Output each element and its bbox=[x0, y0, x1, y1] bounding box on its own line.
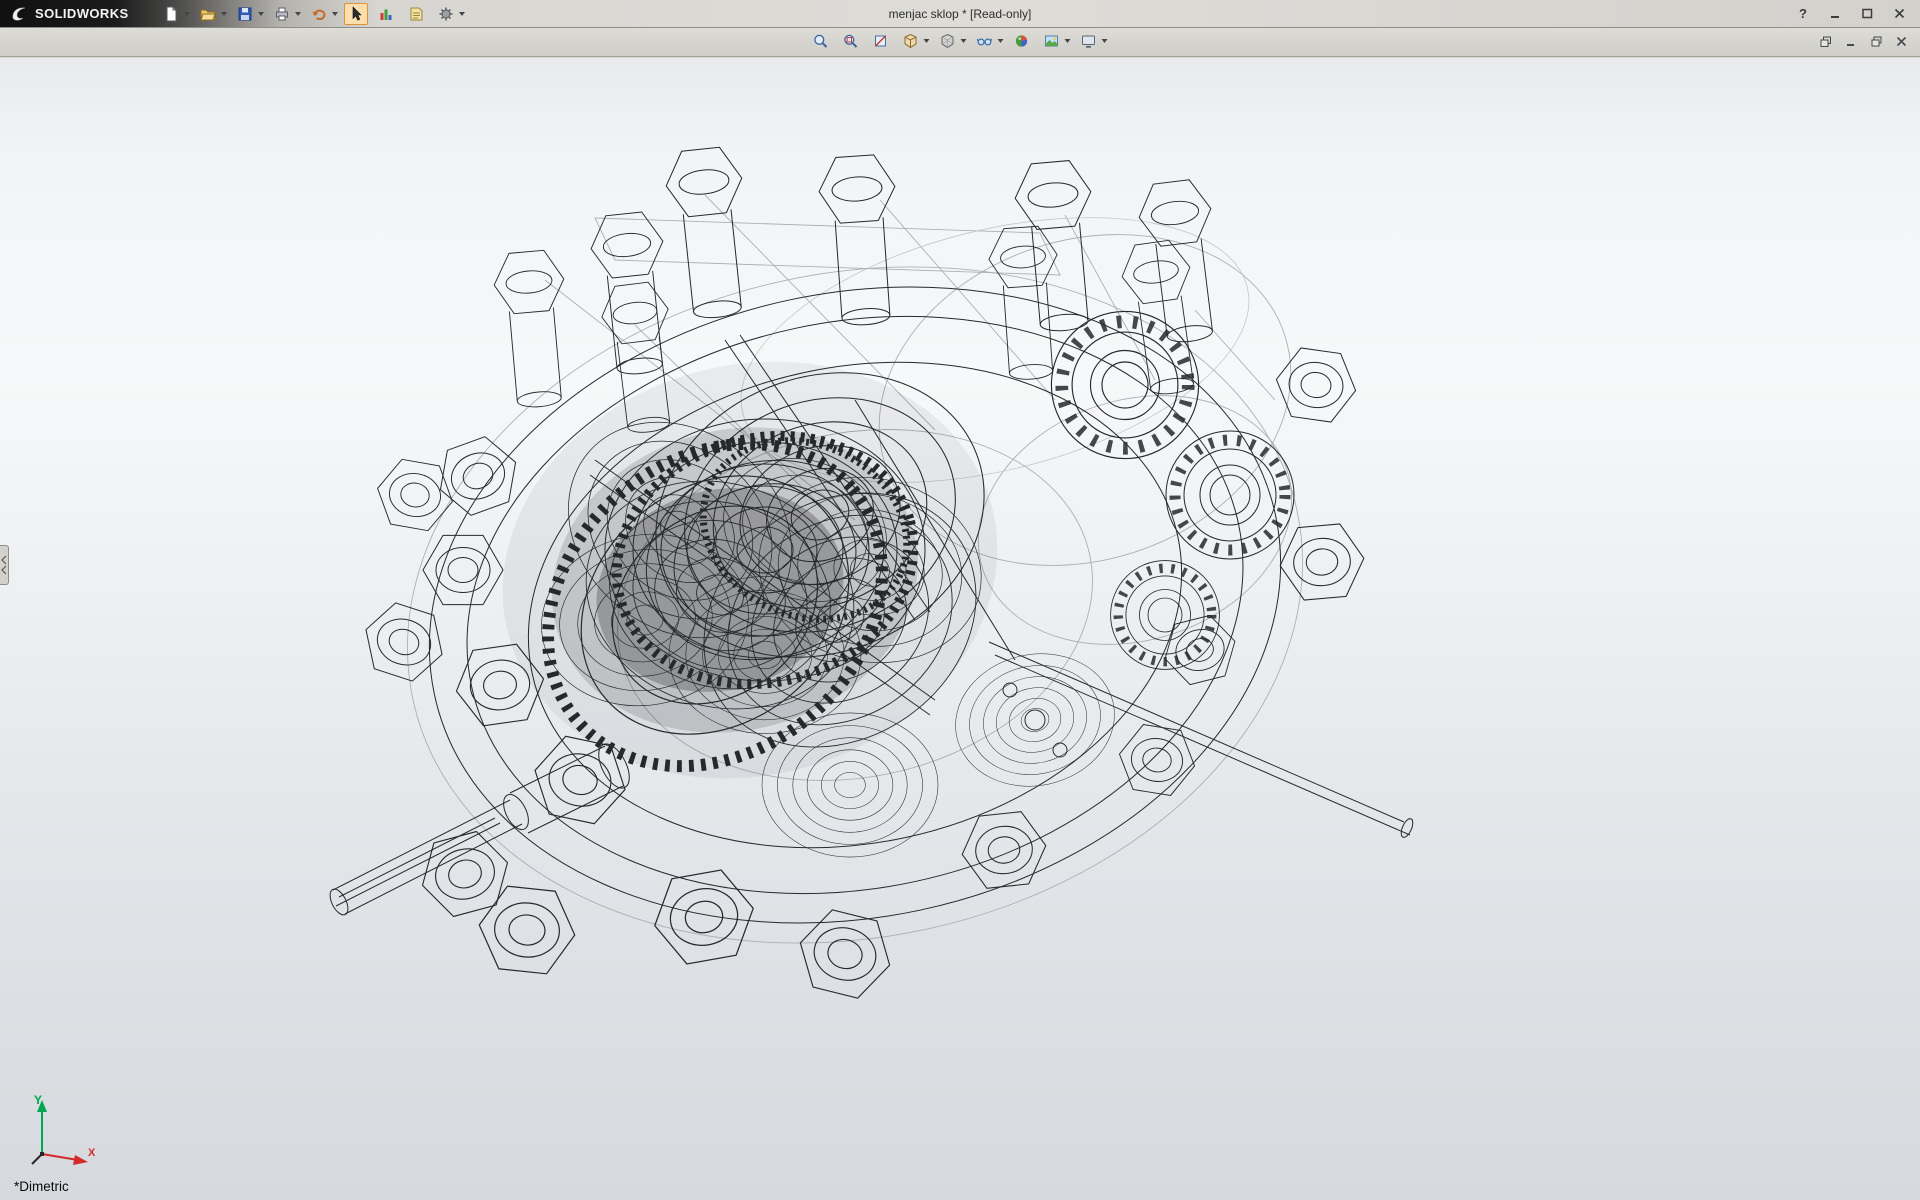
chevron-left-icon bbox=[1, 554, 7, 576]
dropdown-arrow-icon[interactable] bbox=[332, 12, 338, 16]
dropdown-arrow-icon[interactable] bbox=[184, 12, 190, 16]
triad-x-label: X bbox=[88, 1147, 96, 1159]
triad-y-label: Y bbox=[34, 1093, 42, 1107]
window-title: menjac sklop * [Read-only] bbox=[889, 7, 1032, 21]
display-style-button[interactable] bbox=[936, 30, 960, 52]
zoom-to-fit-icon bbox=[813, 33, 829, 49]
brand-text: SOLIDWORKS bbox=[35, 6, 129, 21]
doc-restore-icon bbox=[1871, 36, 1882, 47]
apply-scene-button[interactable] bbox=[1040, 30, 1064, 52]
section-view-icon bbox=[873, 33, 889, 49]
window-controls: ? bbox=[1790, 3, 1912, 24]
dropdown-arrow-icon[interactable] bbox=[961, 39, 967, 43]
undo-icon bbox=[311, 6, 327, 22]
select-cursor-icon bbox=[348, 6, 364, 22]
close-icon bbox=[1894, 8, 1905, 19]
heads-up-view-toolbar bbox=[809, 30, 1112, 52]
doc-restore-button[interactable] bbox=[1867, 33, 1885, 50]
maximize-button[interactable] bbox=[1854, 3, 1880, 24]
dropdown-arrow-icon[interactable] bbox=[221, 12, 227, 16]
hide-show-items-button[interactable] bbox=[973, 30, 997, 52]
reference-triad: Y X bbox=[20, 1092, 98, 1172]
minimize-icon bbox=[1830, 8, 1841, 19]
solidworks-window: SOLIDWORKS bbox=[0, 0, 1920, 1200]
help-button[interactable]: ? bbox=[1790, 3, 1816, 24]
doc-minimize-icon bbox=[1846, 36, 1857, 47]
color-bars-icon bbox=[378, 6, 394, 22]
dropdown-arrow-icon[interactable] bbox=[258, 12, 264, 16]
zoom-to-area-button[interactable] bbox=[839, 30, 863, 52]
save-icon bbox=[237, 6, 253, 22]
appearance-sphere-icon bbox=[1014, 33, 1030, 49]
properties-sheet-icon bbox=[408, 6, 424, 22]
print-button[interactable] bbox=[270, 3, 294, 25]
title-bar: SOLIDWORKS bbox=[0, 0, 1920, 28]
print-icon bbox=[274, 6, 290, 22]
display-style-cube-icon bbox=[940, 33, 956, 49]
graphics-viewport[interactable]: Y X *Dimetric bbox=[0, 58, 1920, 1200]
open-folder-icon bbox=[200, 6, 216, 22]
cascade-windows-icon bbox=[1820, 36, 1832, 48]
solidworks-logo-icon bbox=[10, 5, 30, 23]
undo-button[interactable] bbox=[307, 3, 331, 25]
scene-icon bbox=[1044, 33, 1060, 49]
save-button[interactable] bbox=[233, 3, 257, 25]
document-properties-button[interactable] bbox=[404, 3, 428, 25]
dropdown-arrow-icon[interactable] bbox=[998, 39, 1004, 43]
dropdown-arrow-icon[interactable] bbox=[1065, 39, 1071, 43]
gear-icon bbox=[438, 6, 454, 22]
document-window-controls bbox=[1817, 33, 1910, 50]
doc-close-icon bbox=[1896, 36, 1907, 47]
heads-up-toolbar-row bbox=[0, 28, 1920, 57]
open-button[interactable] bbox=[196, 3, 220, 25]
wireframe-svg bbox=[295, 100, 1465, 1020]
view-orientation-button[interactable] bbox=[899, 30, 923, 52]
doc-minimize-button[interactable] bbox=[1842, 33, 1860, 50]
doc-close-button[interactable] bbox=[1892, 33, 1910, 50]
new-document-button[interactable] bbox=[159, 3, 183, 25]
dropdown-arrow-icon[interactable] bbox=[295, 12, 301, 16]
orientation-label: *Dimetric bbox=[14, 1179, 69, 1194]
new-document-icon bbox=[163, 6, 179, 22]
main-toolbar bbox=[159, 3, 469, 25]
options-button[interactable] bbox=[434, 3, 458, 25]
minimize-button[interactable] bbox=[1822, 3, 1848, 24]
dropdown-arrow-icon[interactable] bbox=[459, 12, 465, 16]
view-cube-icon bbox=[903, 33, 919, 49]
view-settings-icon bbox=[1081, 33, 1097, 49]
solidworks-brand: SOLIDWORKS bbox=[0, 0, 145, 27]
zoom-to-fit-button[interactable] bbox=[809, 30, 833, 52]
dropdown-arrow-icon[interactable] bbox=[924, 39, 930, 43]
edit-appearance-button[interactable] bbox=[1010, 30, 1034, 52]
model-wireframe bbox=[295, 100, 1465, 1020]
glasses-icon bbox=[977, 33, 993, 49]
select-button[interactable] bbox=[344, 3, 368, 25]
maximize-icon bbox=[1862, 8, 1873, 19]
panel-collapse-tab[interactable] bbox=[0, 545, 9, 585]
edit-color-button[interactable] bbox=[374, 3, 398, 25]
close-button[interactable] bbox=[1886, 3, 1912, 24]
doc-cascade-button[interactable] bbox=[1817, 33, 1835, 50]
dropdown-arrow-icon[interactable] bbox=[1102, 39, 1108, 43]
section-view-button[interactable] bbox=[869, 30, 893, 52]
zoom-to-area-icon bbox=[843, 33, 859, 49]
view-settings-button[interactable] bbox=[1077, 30, 1101, 52]
